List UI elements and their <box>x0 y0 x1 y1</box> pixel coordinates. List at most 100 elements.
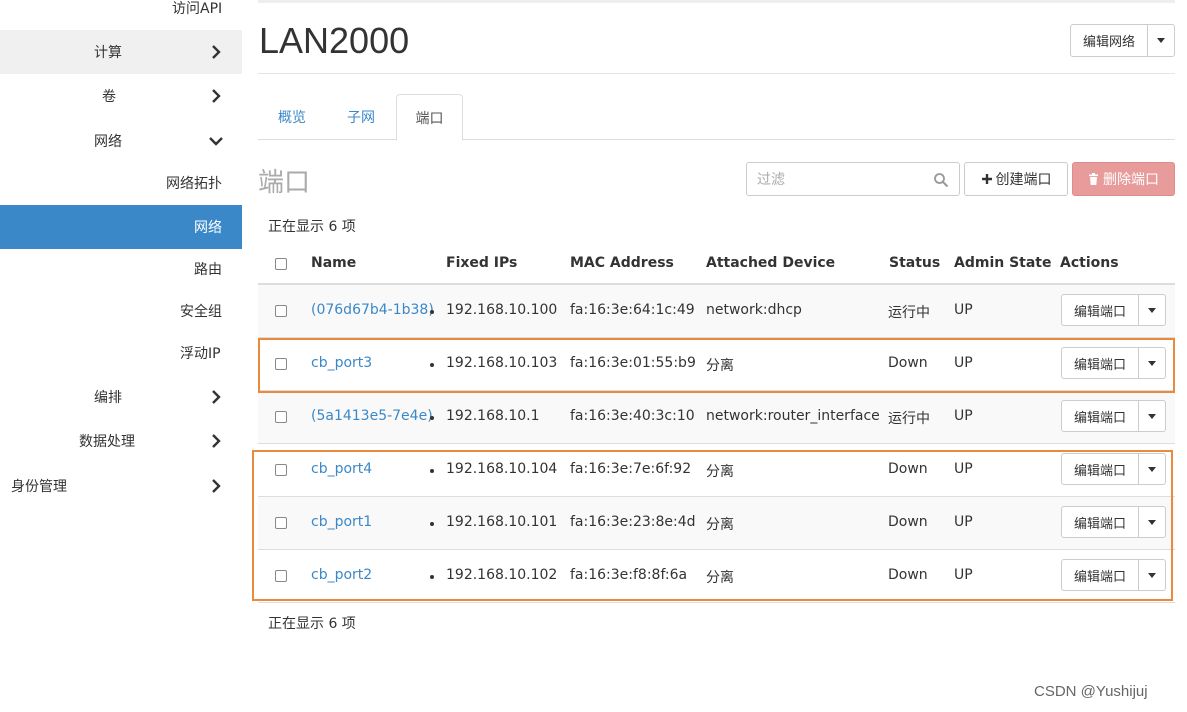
delete-ports-button[interactable]: 删除端口 <box>1072 162 1175 196</box>
table-row: (076d67b4-1b38) 192.168.10.100 fa:16:3e:… <box>258 285 1175 338</box>
edit-network-button[interactable]: 编辑网络 <box>1070 24 1148 57</box>
row-checkbox[interactable] <box>275 570 287 582</box>
port-name-link[interactable]: cb_port3 <box>311 355 372 371</box>
status: Down <box>888 355 928 371</box>
filter-field <box>746 162 960 196</box>
tab-overview[interactable]: 概览 <box>262 94 322 140</box>
create-port-label: 创建端口 <box>995 172 1052 188</box>
column-header-actions: Actions <box>1060 255 1119 271</box>
caret-down-icon <box>1148 519 1156 525</box>
item-count-bottom: 正在显示 6 项 <box>268 616 356 632</box>
fixed-ip: 192.168.10.100 <box>446 302 558 318</box>
row-actions-dropdown-toggle[interactable] <box>1138 400 1166 432</box>
sidebar-item-volumes[interactable]: 卷 <box>0 74 242 118</box>
attached-device: 分离 <box>706 570 734 586</box>
sidebar-item-network[interactable]: 网络 <box>0 119 242 163</box>
port-name-link[interactable]: cb_port4 <box>311 461 372 477</box>
chevron-right-icon <box>212 479 221 493</box>
bullet-icon <box>430 363 434 367</box>
mac-address: fa:16:3e:7e:6f:92 <box>570 461 692 477</box>
row-checkbox[interactable] <box>275 305 287 317</box>
sidebar-item-label: 浮动IP <box>180 346 221 362</box>
sidebar-item-networks[interactable]: 网络 <box>0 205 242 249</box>
table-row: cb_port4 192.168.10.104 fa:16:3e:7e:6f:9… <box>258 444 1175 497</box>
column-header-admin-state[interactable]: Admin State <box>954 255 1052 271</box>
status: Down <box>888 567 928 583</box>
tab-ports[interactable]: 端口 <box>396 94 463 141</box>
mac-address: fa:16:3e:f8:8f:6a <box>570 567 688 583</box>
edit-port-button[interactable]: 编辑端口 <box>1061 347 1139 379</box>
sidebar-item-identity[interactable]: 身份管理 <box>0 464 242 508</box>
caret-down-icon <box>1148 307 1156 313</box>
sidebar-item-network-topology[interactable]: 网络拓扑 <box>0 161 242 205</box>
row-checkbox[interactable] <box>275 464 287 476</box>
admin-state: UP <box>954 408 973 424</box>
sidebar-item-label: 编排 <box>94 390 122 406</box>
sidebar-item-floating-ips[interactable]: 浮动IP <box>0 331 242 375</box>
sidebar-item-api-access[interactable]: 访问API <box>0 0 242 30</box>
sidebar-item-label: 网络 <box>94 134 122 150</box>
edit-port-button[interactable]: 编辑端口 <box>1061 400 1139 432</box>
sidebar-item-orchestration[interactable]: 编排 <box>0 375 242 419</box>
edit-network-dropdown-toggle[interactable] <box>1147 24 1175 57</box>
sidebar-item-label: 网络 <box>194 220 222 236</box>
row-checkbox[interactable] <box>275 517 287 529</box>
sidebar-item-security-groups[interactable]: 安全组 <box>0 289 242 333</box>
caret-down-icon <box>1148 466 1156 472</box>
port-name-link[interactable]: (076d67b4-1b38) <box>311 302 434 318</box>
bullet-icon <box>430 469 434 473</box>
chevron-down-icon <box>209 137 223 146</box>
filter-input[interactable] <box>757 170 927 190</box>
fixed-ip: 192.168.10.101 <box>446 514 558 530</box>
port-name-link[interactable]: (5a1413e5-7e4e) <box>311 408 433 424</box>
column-header-fixed-ips[interactable]: Fixed IPs <box>446 255 517 271</box>
column-header-mac[interactable]: MAC Address <box>570 255 674 271</box>
mac-address: fa:16:3e:64:1c:49 <box>570 302 695 318</box>
mac-address: fa:16:3e:40:3c:10 <box>570 408 695 424</box>
admin-state: UP <box>954 302 973 318</box>
port-name-link[interactable]: cb_port1 <box>311 514 372 530</box>
create-port-button[interactable]: 创建端口 <box>964 162 1068 196</box>
sidebar-item-compute[interactable]: 计算 <box>0 30 242 74</box>
edit-port-button[interactable]: 编辑端口 <box>1061 453 1139 485</box>
admin-state: UP <box>954 567 973 583</box>
row-actions-dropdown-toggle[interactable] <box>1138 506 1166 538</box>
row-checkbox[interactable] <box>275 358 287 370</box>
bullet-icon <box>430 416 434 420</box>
search-icon[interactable] <box>933 172 949 188</box>
column-header-attached-device[interactable]: Attached Device <box>706 255 835 271</box>
row-actions-dropdown-toggle[interactable] <box>1138 453 1166 485</box>
row-actions-dropdown-toggle[interactable] <box>1138 347 1166 379</box>
column-header-status[interactable]: Status <box>889 255 940 271</box>
row-checkbox[interactable] <box>275 411 287 423</box>
tab-subnets[interactable]: 子网 <box>330 94 392 140</box>
row-actions-dropdown-toggle[interactable] <box>1138 294 1166 326</box>
sidebar-item-data-processing[interactable]: 数据处理 <box>0 419 242 463</box>
admin-state: UP <box>954 355 973 371</box>
attached-device: 分离 <box>706 517 734 533</box>
ports-table: Name Fixed IPs MAC Address Attached Devi… <box>258 243 1175 603</box>
fixed-ip: 192.168.10.1 <box>446 408 540 424</box>
admin-state: UP <box>954 514 973 530</box>
plus-icon <box>981 174 992 184</box>
edit-port-button[interactable]: 编辑端口 <box>1061 559 1139 591</box>
table-row: cb_port3 192.168.10.103 fa:16:3e:01:55:b… <box>258 338 1175 391</box>
port-name-link[interactable]: cb_port2 <box>311 567 372 583</box>
edit-port-button[interactable]: 编辑端口 <box>1061 294 1139 326</box>
select-all-checkbox[interactable] <box>275 258 287 270</box>
bullet-icon <box>430 522 434 526</box>
row-actions-dropdown-toggle[interactable] <box>1138 559 1166 591</box>
column-header-name[interactable]: Name <box>311 255 356 271</box>
tab-bar: 概览 子网 端口 <box>258 94 1175 141</box>
fixed-ip: 192.168.10.104 <box>446 461 558 477</box>
sidebar-item-label: 安全组 <box>180 304 222 320</box>
mac-address: fa:16:3e:23:8e:4d <box>570 514 696 530</box>
page-title: LAN2000 <box>259 20 410 61</box>
edit-port-button[interactable]: 编辑端口 <box>1061 506 1139 538</box>
sidebar-item-routers[interactable]: 路由 <box>0 247 242 291</box>
caret-down-icon <box>1157 38 1165 43</box>
watermark: CSDN @Yushijuj <box>1034 683 1148 700</box>
fixed-ip: 192.168.10.102 <box>446 567 558 583</box>
chevron-right-icon <box>212 89 221 103</box>
trash-icon <box>1089 173 1098 185</box>
